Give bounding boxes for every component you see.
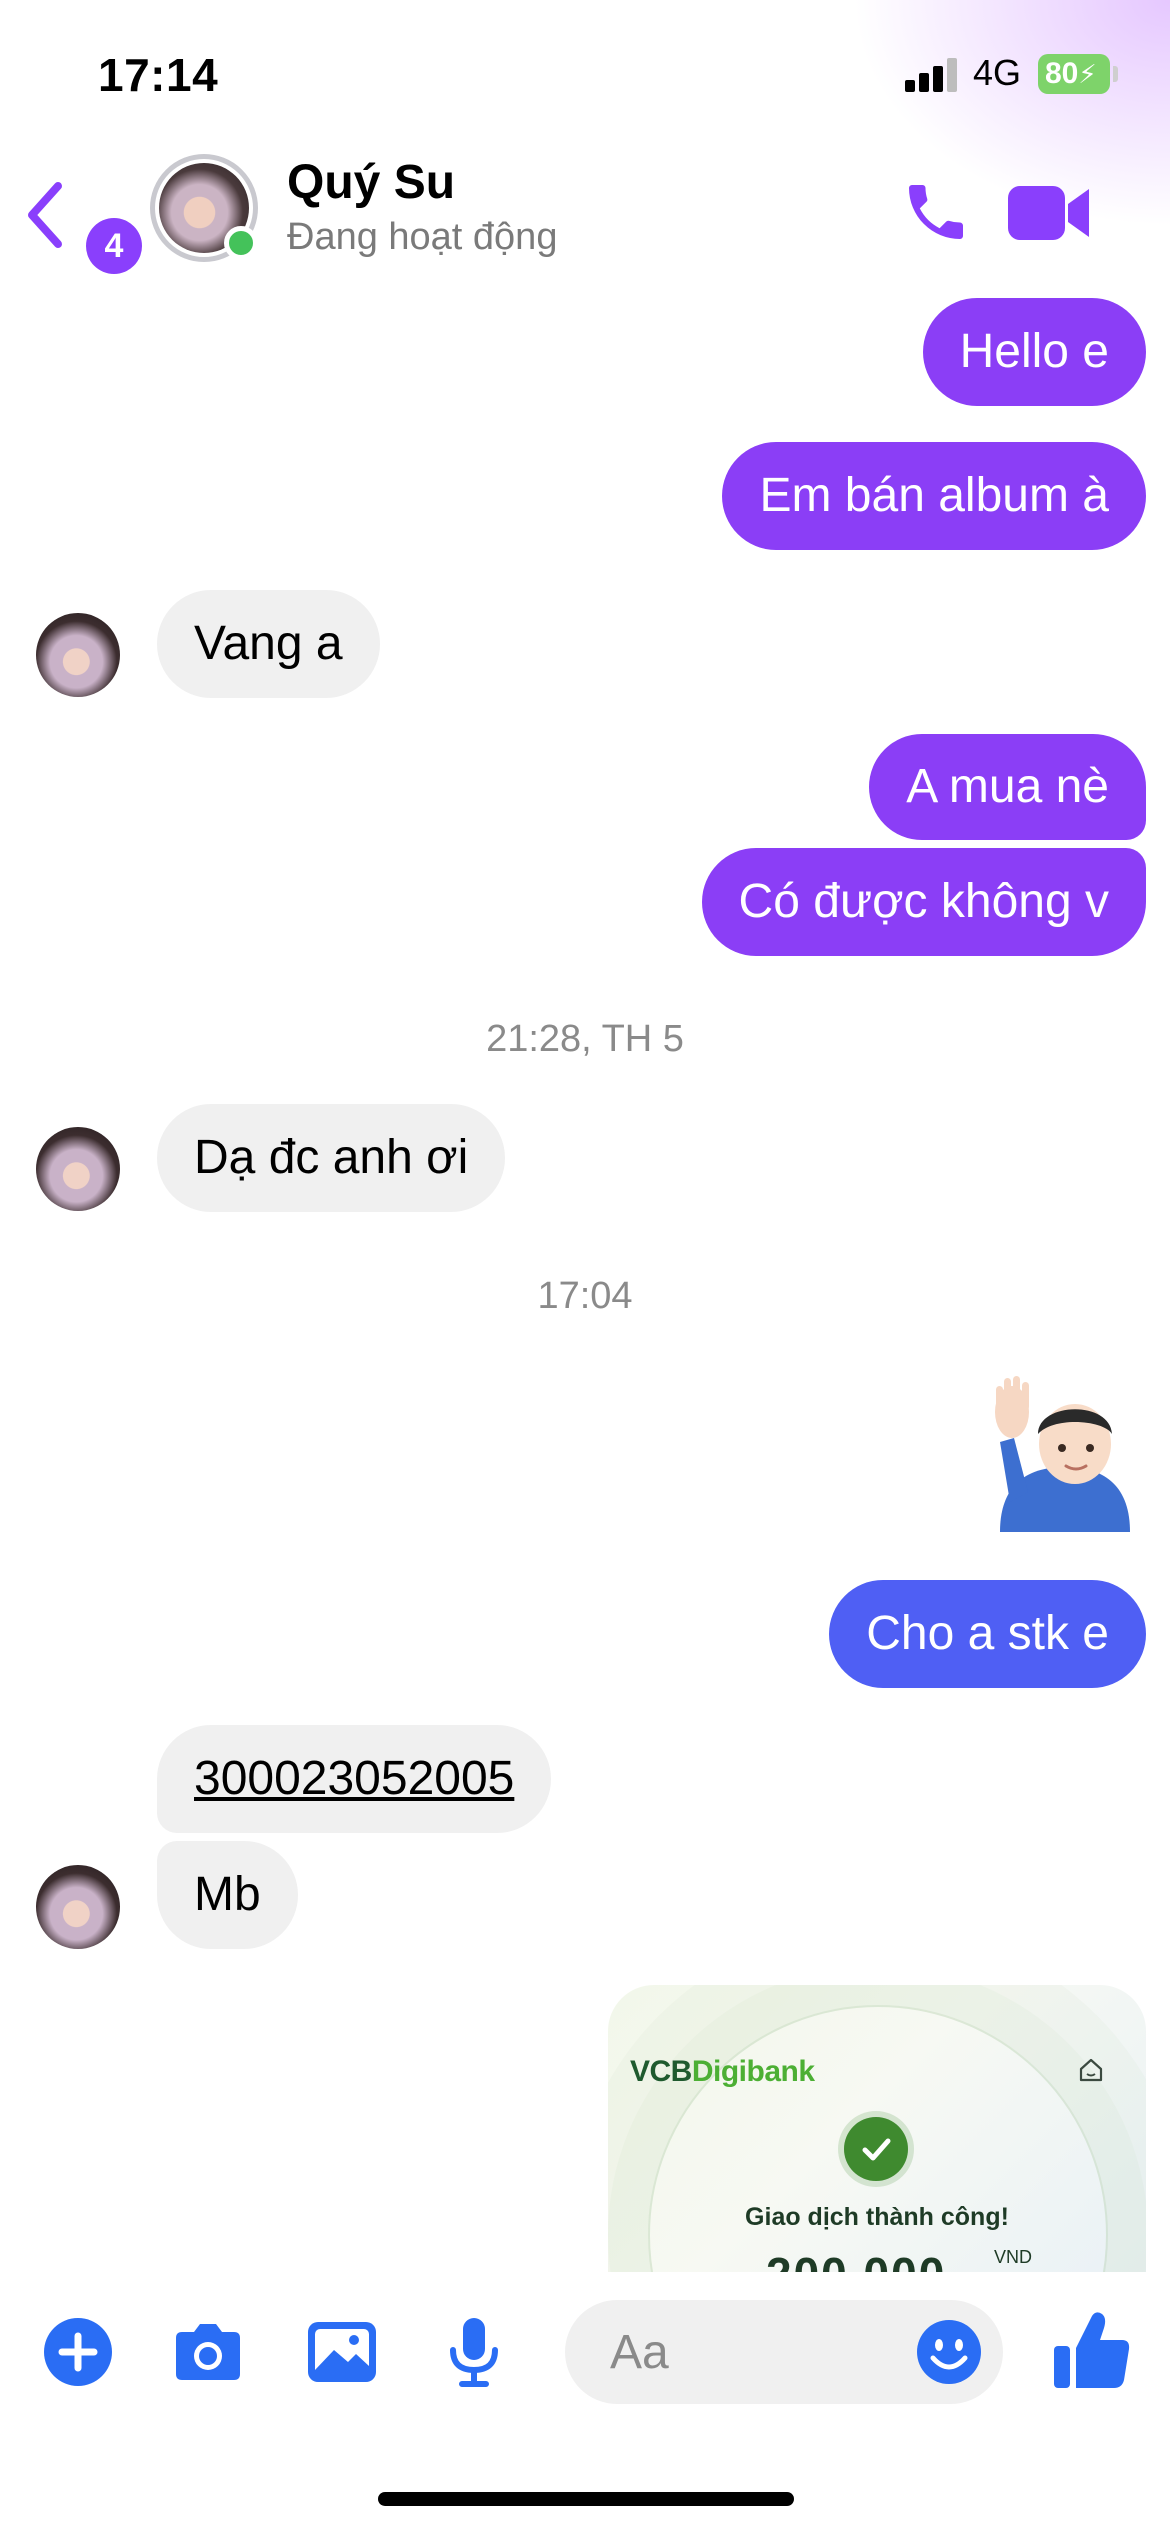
camera-icon[interactable] xyxy=(170,2314,246,2390)
video-call-icon[interactable] xyxy=(1008,180,1092,246)
message-outgoing[interactable]: Hello e xyxy=(922,298,1146,406)
conversation-header: 4 Quý Su Đang hoạt động xyxy=(0,140,1170,285)
account-number-link[interactable]: 300023052005 xyxy=(194,1755,514,1803)
signal-strength-icon xyxy=(905,58,959,92)
message-outgoing[interactable]: A mua nè xyxy=(869,734,1146,840)
unread-badge: 4 xyxy=(86,218,142,274)
message-outgoing[interactable]: Có được không v xyxy=(701,848,1146,956)
home-icon xyxy=(1079,2058,1103,2082)
microphone-icon[interactable] xyxy=(436,2314,512,2390)
transaction-currency: VND xyxy=(994,2247,1033,2267)
chevron-left-icon xyxy=(28,182,62,248)
smiley-icon[interactable] xyxy=(915,2318,983,2386)
battery-icon: 80⚡ xyxy=(1038,54,1110,94)
battery-level: 80 xyxy=(1045,57,1079,90)
message-incoming[interactable]: Vang a xyxy=(157,590,380,698)
transaction-status: Giao dịch thành công! xyxy=(745,2203,1009,2231)
home-indicator[interactable] xyxy=(378,2492,794,2506)
message-incoming[interactable]: Dạ đc anh ơi xyxy=(157,1104,506,1212)
message-outgoing[interactable]: Em bán album à xyxy=(722,442,1146,550)
transfer-receipt-image[interactable]: VCBDigibank Giao dịch thành công! 200.00… xyxy=(608,1985,1146,2285)
battery-tip xyxy=(1113,66,1118,82)
network-type: 4G xyxy=(973,52,1022,93)
message-input[interactable] xyxy=(610,2300,910,2404)
check-icon xyxy=(844,2117,908,2181)
contact-avatar-small[interactable] xyxy=(36,1127,120,1211)
plus-icon[interactable] xyxy=(40,2314,116,2390)
message-outgoing[interactable]: Cho a stk e xyxy=(829,1580,1146,1688)
vcb-digibank-logo: VCBDigibank xyxy=(630,2055,815,2088)
message-incoming-account-number[interactable]: 300023052005 xyxy=(157,1725,552,1833)
man-raising-hand-emoji[interactable] xyxy=(990,1372,1140,1532)
image-icon[interactable] xyxy=(304,2314,380,2390)
status-bar: 17:14 4G 80⚡ xyxy=(0,0,1170,140)
contact-status: Đang hoạt động xyxy=(287,216,558,258)
contact-avatar-small[interactable] xyxy=(36,613,120,697)
status-time: 17:14 xyxy=(98,49,219,101)
online-indicator xyxy=(224,226,258,260)
contact-avatar-small[interactable] xyxy=(36,1865,120,1949)
timestamp: 21:28, TH 5 xyxy=(486,1018,684,1060)
thumbs-up-icon[interactable] xyxy=(1052,2308,1132,2392)
contact-name[interactable]: Quý Su xyxy=(287,155,455,210)
message-incoming[interactable]: Mb xyxy=(157,1841,298,1949)
back-button[interactable]: 4 xyxy=(22,180,142,274)
message-input-container[interactable] xyxy=(565,2300,1003,2404)
timestamp: 17:04 xyxy=(537,1275,633,1317)
phone-icon[interactable] xyxy=(900,176,972,248)
